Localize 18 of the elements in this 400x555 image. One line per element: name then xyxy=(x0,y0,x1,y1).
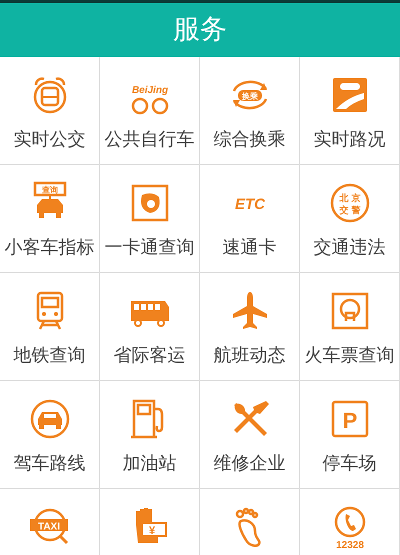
service-tile[interactable]: 驾车路线 xyxy=(0,381,100,489)
etc-logo-icon: ETC xyxy=(228,181,272,225)
service-tile[interactable]: 换乘 综合换乘 xyxy=(200,57,300,165)
service-tile[interactable]: 查询 小客车指标 xyxy=(0,165,100,273)
service-tile[interactable]: 火车票查询 xyxy=(300,273,400,381)
service-tile[interactable]: 一卡通查询 xyxy=(100,165,200,273)
service-tile[interactable]: 地铁查询 xyxy=(0,273,100,381)
service-tile[interactable]: 加油站 xyxy=(100,381,200,489)
service-tile[interactable]: ETC 速通卡 xyxy=(200,165,300,273)
service-tile[interactable]: 实时路况 xyxy=(300,57,400,165)
service-tile[interactable]: 省际客运 xyxy=(100,273,200,381)
header-title: 服务 xyxy=(173,12,227,47)
service-tile[interactable]: 航班动态 xyxy=(200,273,300,381)
service-tile[interactable]: 实时公交 xyxy=(0,57,100,165)
service-tile[interactable]: BeiJing 公共自行车 xyxy=(100,57,200,165)
service-tile[interactable]: 维修企业 xyxy=(200,381,300,489)
service-tile[interactable]: 北京交警 交通违法 xyxy=(300,165,400,273)
service-tile[interactable]: P 停车场 xyxy=(300,381,400,489)
